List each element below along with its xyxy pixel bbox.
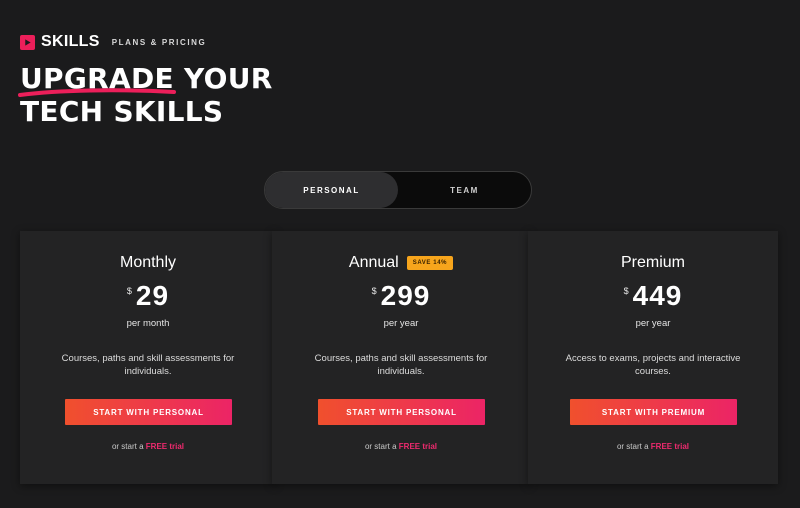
plan-title: Premium xyxy=(528,254,778,272)
start-premium-button[interactable]: START WITH PREMIUM xyxy=(570,399,737,425)
plan-description: Courses, paths and skill assessments for… xyxy=(314,353,488,377)
plan-price: $ 449 xyxy=(528,281,778,311)
title-line1-rest: YOUR xyxy=(184,62,273,95)
trial-prefix: or start a xyxy=(364,442,397,451)
price-amount: 29 xyxy=(135,280,170,311)
start-personal-button[interactable]: START WITH PERSONAL xyxy=(318,399,485,425)
underline-swoosh xyxy=(18,88,176,97)
plan-description: Courses, paths and skill assessments for… xyxy=(61,353,235,377)
plan-description: Access to exams, projects and interactiv… xyxy=(565,353,741,377)
free-trial-link[interactable]: FREE trial xyxy=(146,442,184,451)
billing-period: per year xyxy=(635,318,671,329)
toggle-personal[interactable]: PERSONAL xyxy=(265,172,398,208)
brand-logo-text[interactable]: SKILLS xyxy=(41,33,100,51)
currency-symbol: $ xyxy=(126,286,132,296)
start-personal-button[interactable]: START WITH PERSONAL xyxy=(65,399,232,425)
billing-period: per year xyxy=(383,318,419,329)
free-trial-link[interactable]: FREE trial xyxy=(399,442,437,451)
billing-period: per month xyxy=(126,318,170,329)
price-amount: 299 xyxy=(380,280,431,311)
plan-title: Monthly xyxy=(20,254,276,272)
save-badge: SAVE 14% xyxy=(406,256,454,270)
plan-card-premium: Premium $ 449 per year Access to exams, … xyxy=(528,231,778,484)
plan-price: $ 29 xyxy=(20,281,276,311)
currency-symbol: $ xyxy=(623,286,629,296)
page-title: UPGRADE YOUR TECH SKILLS xyxy=(18,62,273,128)
free-trial-line: or start a FREE trial xyxy=(20,442,276,451)
trial-prefix: or start a xyxy=(111,442,144,451)
title-highlight: UPGRADE xyxy=(18,62,176,97)
page-subtitle: PLANS & PRICING xyxy=(111,37,207,47)
free-trial-line: or start a FREE trial xyxy=(528,442,778,451)
pricing-cards: Monthly $ 29 per month Courses, paths an… xyxy=(20,231,778,484)
plan-name: Monthly xyxy=(119,254,177,271)
plan-type-toggle: PERSONAL TEAM xyxy=(264,171,532,209)
plan-name: Premium xyxy=(620,254,685,271)
title-line2: TECH SKILLS xyxy=(20,95,224,128)
trial-prefix: or start a xyxy=(616,442,649,451)
pricing-page: SKILLS PLANS & PRICING UPGRADE YOUR TECH… xyxy=(0,0,800,508)
free-trial-link[interactable]: FREE trial xyxy=(651,442,689,451)
plan-name: Annual xyxy=(348,254,399,271)
plan-card-monthly: Monthly $ 29 per month Courses, paths an… xyxy=(20,231,276,484)
price-amount: 449 xyxy=(632,280,683,311)
brand-header: SKILLS PLANS & PRICING xyxy=(20,33,206,51)
play-icon[interactable] xyxy=(20,34,35,50)
currency-symbol: $ xyxy=(371,286,377,296)
free-trial-line: or start a FREE trial xyxy=(272,442,530,451)
toggle-team[interactable]: TEAM xyxy=(398,172,531,208)
plan-card-annual: Annual SAVE 14% $ 299 per year Courses, … xyxy=(272,231,530,484)
plan-price: $ 299 xyxy=(272,281,530,311)
plan-title: Annual SAVE 14% xyxy=(272,254,530,272)
